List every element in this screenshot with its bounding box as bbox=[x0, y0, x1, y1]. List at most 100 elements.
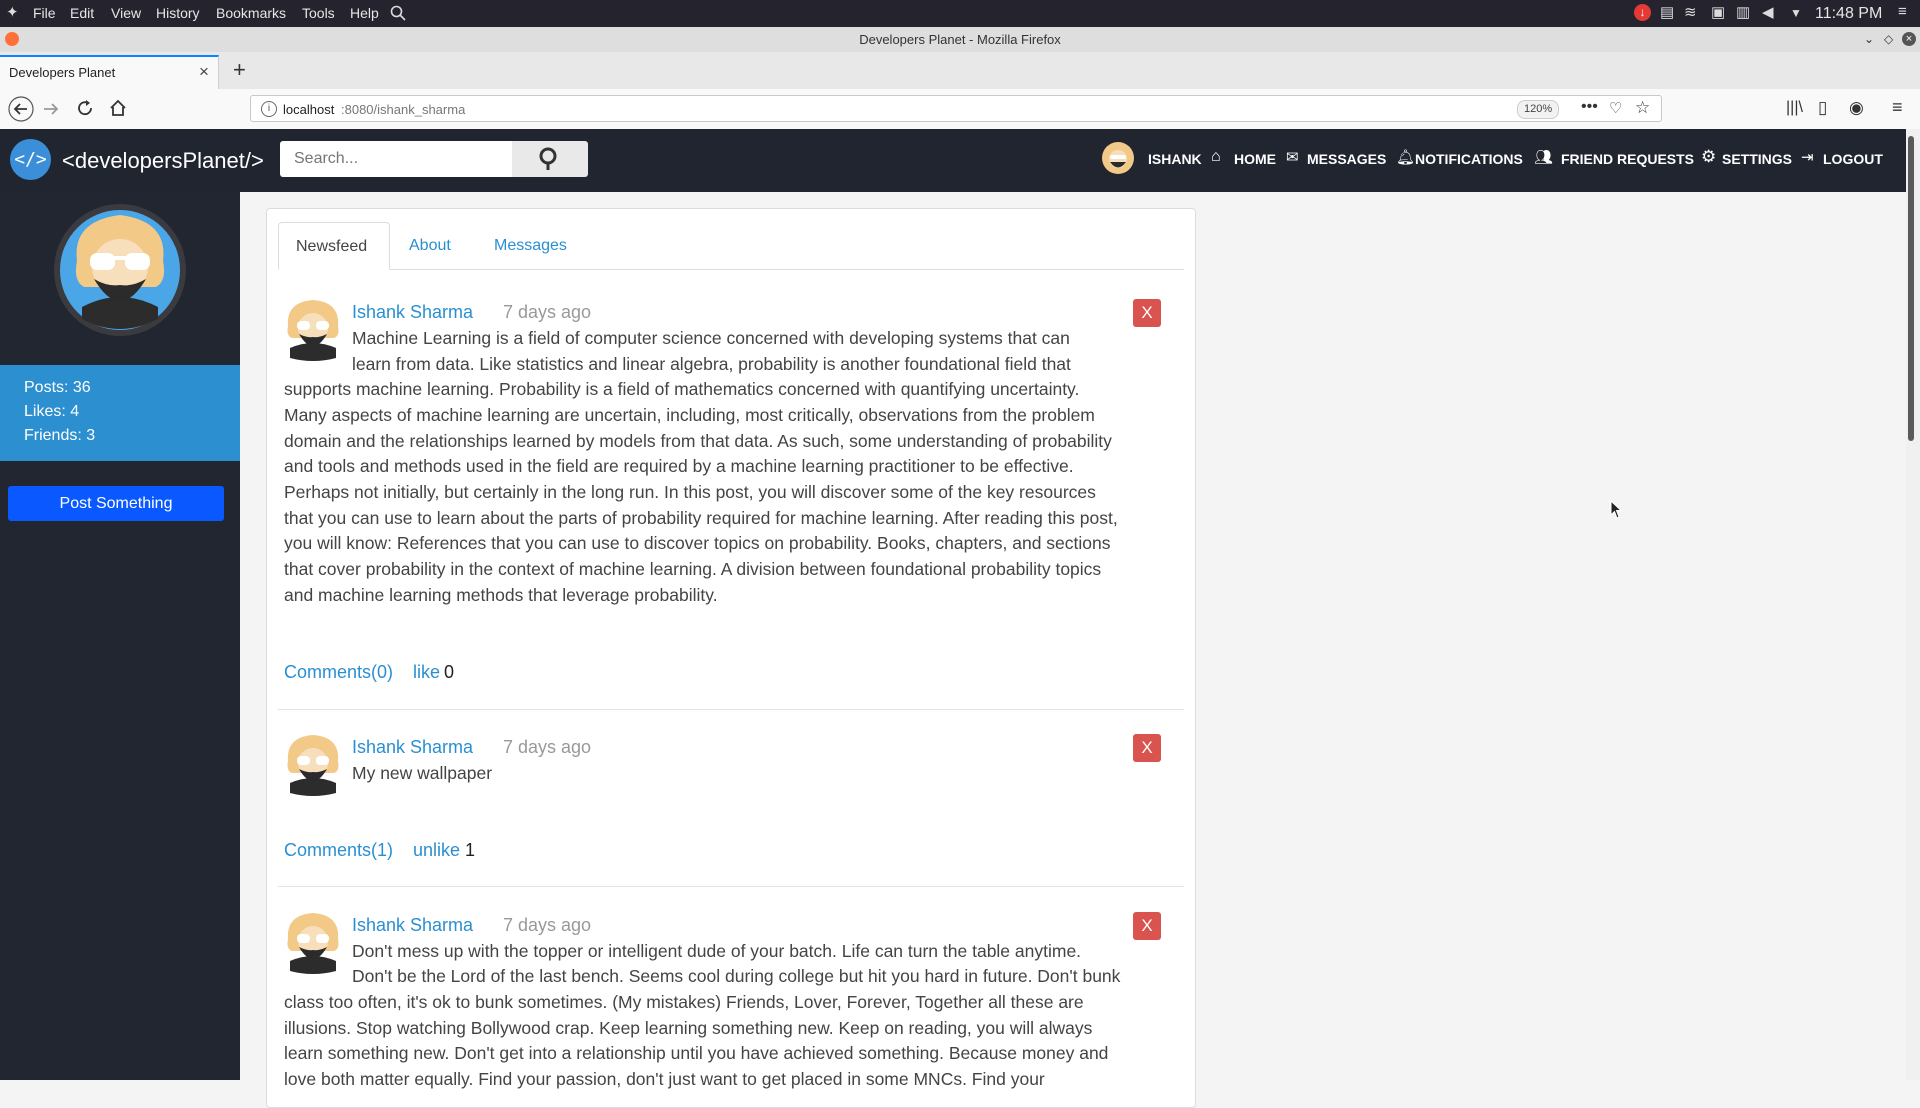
maximize-icon[interactable]: ◇ bbox=[1884, 27, 1893, 52]
friends-count: Friends: 3 bbox=[24, 427, 96, 444]
search-input[interactable] bbox=[280, 141, 512, 177]
brand-logo-icon[interactable]: </> bbox=[10, 139, 51, 180]
page-actions-icon[interactable]: ••• bbox=[1581, 98, 1598, 116]
minimize-icon[interactable]: ⌄ bbox=[1864, 27, 1874, 52]
like-count: 0 bbox=[444, 662, 455, 682]
profile-avatar[interactable] bbox=[52, 201, 188, 339]
wifi-icon[interactable]: ≋ bbox=[1684, 3, 1697, 21]
post-author-avatar[interactable] bbox=[284, 733, 342, 797]
library-icon[interactable]: |||\ bbox=[1786, 99, 1803, 117]
bell-icon[interactable]: 🔔︎ bbox=[1396, 148, 1415, 166]
app-launcher-icon[interactable]: ✦ bbox=[6, 3, 19, 21]
scrollbar-thumb[interactable] bbox=[1908, 136, 1914, 441]
site-info-icon[interactable]: i bbox=[261, 101, 277, 117]
search-icon bbox=[539, 147, 557, 170]
url-path: :8080/ishank_sharma bbox=[341, 102, 466, 117]
logout-icon[interactable]: ⇥ bbox=[1801, 148, 1814, 166]
post-text-line: Don't mess up with the topper or intelli… bbox=[352, 941, 1082, 961]
window-title-bar: Developers Planet - Mozilla Firefox ⌄ ◇ … bbox=[0, 27, 1920, 52]
post-text-line: you will know: References that you can u… bbox=[284, 533, 1111, 553]
tab-messages[interactable]: Messages bbox=[477, 222, 584, 270]
lock-icon[interactable]: ▣ bbox=[1711, 3, 1725, 21]
url-bar[interactable]: i localhost :8080/ishank_sharma 120% •••… bbox=[250, 95, 1662, 122]
delete-post-button[interactable]: X bbox=[1133, 912, 1161, 940]
post-time: 7 days ago bbox=[503, 915, 592, 935]
post-divider bbox=[278, 709, 1184, 710]
volume-icon[interactable]: ◀ bbox=[1762, 3, 1774, 21]
mouse-cursor-icon bbox=[1610, 500, 1623, 519]
nav-settings[interactable]: SETTINGS bbox=[1722, 151, 1792, 167]
post-author[interactable]: Ishank Sharma bbox=[352, 915, 473, 936]
post-text-line: Don't be the Lord of the last bench. See… bbox=[352, 966, 1121, 986]
close-tab-icon[interactable]: × bbox=[199, 62, 209, 82]
home-icon[interactable] bbox=[108, 98, 128, 118]
search-icon[interactable] bbox=[390, 5, 406, 21]
tab-newsfeed[interactable]: Newsfeed bbox=[278, 222, 390, 270]
pocket-icon[interactable]: ♡ bbox=[1609, 99, 1622, 117]
back-icon[interactable] bbox=[8, 96, 34, 122]
update-notifier-icon[interactable]: ↓ bbox=[1634, 4, 1651, 21]
brand-name[interactable]: <developersPlanet/> bbox=[62, 148, 264, 174]
menu-file[interactable]: File bbox=[33, 5, 56, 21]
unlike-link[interactable]: unlike bbox=[413, 840, 460, 861]
posts-count: Posts: 36 bbox=[24, 379, 91, 396]
url-host: localhost bbox=[283, 102, 335, 117]
forward-icon[interactable] bbox=[42, 100, 60, 118]
post-something-button[interactable]: Post Something bbox=[8, 486, 224, 521]
clock[interactable]: 11:48 PM bbox=[1815, 5, 1882, 23]
clipboard-icon[interactable]: ▤ bbox=[1660, 3, 1674, 21]
menu-view[interactable]: View bbox=[111, 5, 141, 21]
post-text-line: class too often, it's ok to bunk sometim… bbox=[284, 992, 1084, 1012]
account-icon[interactable]: ◉ bbox=[1849, 98, 1864, 118]
menu-help[interactable]: Help bbox=[350, 5, 379, 21]
nav-friend-requests[interactable]: FRIEND REQUESTS bbox=[1561, 151, 1694, 167]
home-icon[interactable]: ⌂ bbox=[1211, 148, 1221, 166]
os-top-bar: ✦ File Edit View History Bookmarks Tools… bbox=[0, 0, 1920, 27]
like-link[interactable]: like bbox=[413, 662, 440, 683]
tab-title: Developers Planet bbox=[9, 65, 116, 80]
comments-link[interactable]: Comments(0) bbox=[284, 662, 393, 683]
search-button[interactable] bbox=[512, 141, 588, 177]
battery-icon[interactable]: ▥ bbox=[1736, 3, 1750, 21]
profile-stats: Posts: 36 Likes: 4 Friends: 3 bbox=[0, 365, 240, 461]
post-text-line: and machine learning methods that levera… bbox=[284, 585, 718, 605]
menu-icon[interactable]: ≡ bbox=[1898, 3, 1907, 20]
menu-bookmarks[interactable]: Bookmarks bbox=[216, 5, 286, 21]
menu-edit[interactable]: Edit bbox=[70, 5, 94, 21]
browser-tab[interactable]: Developers Planet × bbox=[0, 55, 219, 89]
gear-icon[interactable]: ⚙ bbox=[1701, 147, 1716, 167]
post-text-line: supports machine learning. Probability i… bbox=[284, 379, 1080, 399]
post-author-avatar[interactable] bbox=[284, 911, 342, 975]
bookmark-star-icon[interactable]: ☆ bbox=[1635, 98, 1650, 118]
nav-messages[interactable]: MESSAGES bbox=[1307, 151, 1386, 167]
sidebar-toggle-icon[interactable]: ▯ bbox=[1818, 98, 1827, 118]
delete-post-button[interactable]: X bbox=[1133, 734, 1161, 762]
likes-count: Likes: 4 bbox=[24, 403, 80, 420]
zoom-indicator[interactable]: 120% bbox=[1517, 100, 1560, 119]
user-avatar[interactable] bbox=[1101, 140, 1135, 176]
nav-home[interactable]: HOME bbox=[1234, 151, 1276, 167]
like-count: 1 bbox=[465, 840, 476, 860]
post-author[interactable]: Ishank Sharma bbox=[352, 737, 473, 758]
menu-tools[interactable]: Tools bbox=[302, 5, 335, 21]
chevron-down-icon[interactable]: ▼ bbox=[1790, 6, 1802, 20]
users-icon[interactable]: 👥︎ bbox=[1534, 148, 1553, 166]
hamburger-menu-icon[interactable]: ≡ bbox=[1892, 97, 1903, 118]
delete-post-button[interactable]: X bbox=[1133, 299, 1161, 327]
post-time: 7 days ago bbox=[503, 737, 592, 757]
tab-about[interactable]: About bbox=[392, 222, 468, 270]
nav-user[interactable]: ISHANK bbox=[1148, 151, 1202, 167]
close-window-icon[interactable]: × bbox=[1902, 32, 1916, 46]
post-author-avatar[interactable] bbox=[284, 298, 342, 362]
comments-link[interactable]: Comments(1) bbox=[284, 840, 393, 861]
post-text-line: illusions. Stop watching Bollywood crap.… bbox=[284, 1018, 1093, 1038]
new-tab-icon[interactable]: + bbox=[233, 57, 246, 83]
post-divider bbox=[278, 886, 1184, 887]
envelope-icon[interactable]: ✉ bbox=[1286, 148, 1299, 166]
nav-notifications[interactable]: NOTIFICATIONS bbox=[1415, 151, 1523, 167]
nav-logout[interactable]: LOGOUT bbox=[1823, 151, 1883, 167]
post-author[interactable]: Ishank Sharma bbox=[352, 302, 473, 323]
menu-history[interactable]: History bbox=[156, 5, 200, 21]
tab-strip bbox=[0, 52, 1920, 90]
reload-icon[interactable] bbox=[76, 99, 94, 117]
